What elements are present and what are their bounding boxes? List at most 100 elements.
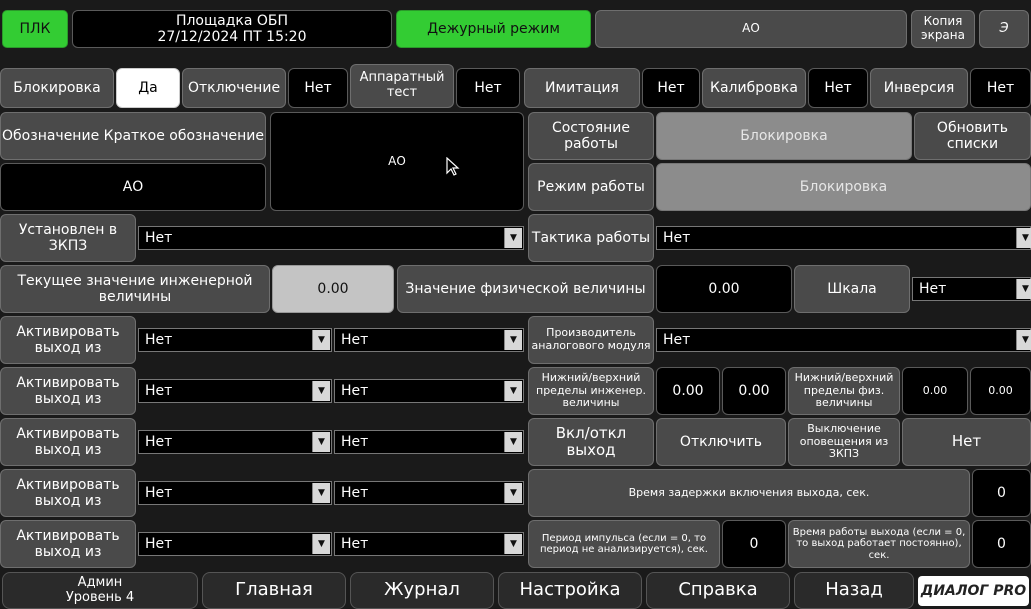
activate-select-b[interactable]: Нет ▼ [334, 328, 524, 352]
chevron-down-icon: ▼ [504, 228, 522, 248]
site-name: Площадка ОБП [175, 12, 289, 29]
full-designation-field[interactable]: АО [270, 112, 524, 211]
chevron-down-icon: ▼ [1016, 330, 1031, 350]
phys-limit-low[interactable]: 0.00 [902, 367, 968, 415]
chevron-down-icon: ▼ [312, 534, 330, 554]
runtime-value[interactable]: 0 [972, 520, 1031, 568]
activate-select-b[interactable]: Нет ▼ [334, 532, 524, 556]
activate-select-a-value: Нет [145, 536, 173, 552]
mode-indicator: Дежурный режим [396, 10, 591, 48]
main-button[interactable]: Главная [202, 572, 346, 609]
manufacturer-label: Производитель аналогового модуля [528, 316, 654, 364]
admin-button[interactable]: Админ Уровень 4 [2, 572, 198, 609]
activate-select-a-value: Нет [145, 383, 173, 399]
flag-value-inversion[interactable]: Нет [970, 68, 1031, 108]
zkpz-select[interactable]: Нет ▼ [138, 226, 524, 250]
phys-limit-high[interactable]: 0.00 [970, 367, 1031, 415]
e-button[interactable]: Э [979, 10, 1029, 48]
activate-select-b-value: Нет [341, 332, 369, 348]
activate-select-a-value: Нет [145, 332, 173, 348]
eng-limit-low[interactable]: 0.00 [656, 367, 720, 415]
zkpz-label: Установлен в ЗКПЗ [0, 214, 136, 262]
activate-select-a[interactable]: Нет ▼ [138, 430, 332, 454]
tactic-select[interactable]: Нет ▼ [656, 226, 1031, 250]
activate-select-b[interactable]: Нет ▼ [334, 481, 524, 505]
tactic-label: Тактика работы [528, 214, 654, 262]
scale-select-value: Нет [919, 281, 947, 297]
settings-button[interactable]: Настройка [498, 572, 642, 609]
flag-value-disable[interactable]: Нет [288, 68, 348, 108]
activate-label: Активировать выход из [0, 520, 136, 568]
engineering-value: 0.00 [272, 265, 394, 313]
object-name: АО [595, 10, 907, 48]
flag-value-calibration[interactable]: Нет [808, 68, 868, 108]
flag-label-block: Блокировка [0, 68, 114, 108]
tactic-select-value: Нет [663, 230, 691, 246]
activate-select-b[interactable]: Нет ▼ [334, 379, 524, 403]
activate-label: Активировать выход из [0, 469, 136, 517]
site-panel: Площадка ОБП 27/12/2024 ПТ 15:20 [72, 10, 392, 48]
work-state-value: Блокировка [656, 112, 912, 160]
activate-select-b[interactable]: Нет ▼ [334, 430, 524, 454]
flag-label-disable: Отключение [182, 68, 286, 108]
refresh-lists-button[interactable]: Обновить списки [914, 112, 1031, 160]
activate-select-a[interactable]: Нет ▼ [138, 328, 332, 352]
manufacturer-select-value: Нет [663, 332, 691, 348]
activate-select-b-value: Нет [341, 485, 369, 501]
flag-label-inversion: Инверсия [870, 68, 968, 108]
flag-label-hwtest: Аппаратный тест [350, 64, 454, 108]
chevron-down-icon: ▼ [312, 381, 330, 401]
runtime-label: Время работы выхода (если = 0, то выход … [788, 520, 970, 568]
chevron-down-icon: ▼ [1016, 279, 1031, 299]
chevron-down-icon: ▼ [312, 330, 330, 350]
chevron-down-icon: ▼ [504, 381, 522, 401]
admin-label: Админ [77, 574, 123, 590]
disable-button[interactable]: Отключить [656, 418, 786, 466]
pulse-value[interactable]: 0 [722, 520, 786, 568]
activate-select-b-value: Нет [341, 383, 369, 399]
activate-select-a[interactable]: Нет ▼ [138, 379, 332, 403]
dialog-pro-logo: ДИАЛОГ PRO [918, 576, 1029, 606]
manufacturer-select[interactable]: Нет ▼ [656, 328, 1031, 352]
back-button[interactable]: Назад [794, 572, 914, 609]
mouse-cursor-icon [446, 156, 460, 181]
scale-label: Шкала [794, 265, 910, 313]
alert-label: Выключение оповещения из ЗКПЗ [788, 418, 900, 466]
pulse-label: Период импульса (если = 0, то период не … [528, 520, 720, 568]
journal-button[interactable]: Журнал [350, 572, 494, 609]
alert-value[interactable]: Нет [902, 418, 1031, 466]
activate-label: Активировать выход из [0, 316, 136, 364]
chevron-down-icon: ▼ [504, 330, 522, 350]
eng-limits-label: Нижний/верхний пределы инженер. величины [528, 367, 654, 415]
chevron-down-icon: ▼ [504, 432, 522, 452]
physical-value: 0.00 [656, 265, 792, 313]
chevron-down-icon: ▼ [504, 534, 522, 554]
short-designation-field[interactable]: АО [0, 163, 266, 211]
flag-label-imitation: Имитация [524, 68, 640, 108]
activate-select-a[interactable]: Нет ▼ [138, 481, 332, 505]
eng-limit-high[interactable]: 0.00 [722, 367, 786, 415]
delay-value[interactable]: 0 [972, 469, 1031, 517]
physical-value-label: Значение физической величины [397, 265, 654, 313]
delay-label: Время задержки включения выхода, сек. [528, 469, 970, 517]
phys-limits-label: Нижний/верхний пределы физ. величины [788, 367, 900, 415]
scale-select[interactable]: Нет ▼ [912, 277, 1031, 301]
work-mode-label: Режим работы [528, 163, 654, 211]
flag-value-hwtest[interactable]: Нет [456, 68, 520, 108]
flag-value-imitation[interactable]: Нет [642, 68, 700, 108]
flag-label-calibration: Калибровка [702, 68, 806, 108]
work-state-label: Состояние работы [528, 112, 654, 160]
activate-select-a-value: Нет [145, 434, 173, 450]
chevron-down-icon: ▼ [1016, 228, 1031, 248]
engineering-value-label: Текущее значение инженерной величины [0, 265, 270, 313]
work-mode-value: Блокировка [656, 163, 1031, 211]
help-button[interactable]: Справка [646, 572, 790, 609]
activate-select-a[interactable]: Нет ▼ [138, 532, 332, 556]
copy-screen-button[interactable]: Копия экрана [911, 10, 975, 48]
designation-label: Обозначение Краткое обозначение [0, 112, 266, 160]
chevron-down-icon: ▼ [504, 483, 522, 503]
activate-select-a-value: Нет [145, 485, 173, 501]
activate-label: Активировать выход из [0, 418, 136, 466]
flag-value-block[interactable]: Да [116, 68, 180, 108]
activate-label: Активировать выход из [0, 367, 136, 415]
